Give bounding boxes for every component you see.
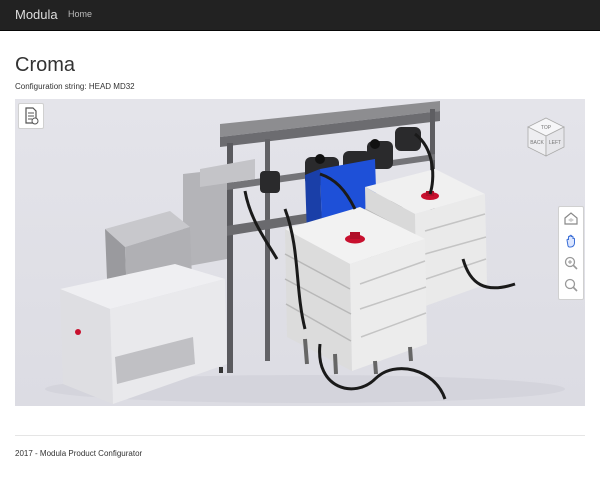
config-value: HEAD MD32: [88, 82, 135, 91]
home-view-icon[interactable]: [561, 209, 581, 229]
config-label: Configuration string:: [15, 82, 87, 91]
footer-divider: [15, 435, 585, 436]
view-cube[interactable]: TOP BACK LEFT: [524, 115, 568, 159]
nav-home-link[interactable]: Home: [68, 9, 92, 19]
cube-face-top: TOP: [541, 125, 552, 131]
configuration-string: Configuration string: HEAD MD32: [15, 82, 135, 91]
duct: [183, 159, 255, 267]
zoom-in-icon[interactable]: [561, 253, 581, 273]
cube-face-left: LEFT: [549, 140, 561, 146]
viewer-toolbar: [558, 206, 584, 300]
cube-face-back: BACK: [530, 140, 544, 146]
machine-render: [45, 101, 565, 404]
document-icon: [25, 107, 39, 125]
zoom-out-icon[interactable]: [561, 275, 581, 295]
page-title: Croma: [15, 54, 76, 76]
3d-viewer[interactable]: TOP BACK LEFT: [15, 99, 585, 406]
pan-hand-icon[interactable]: [561, 231, 581, 251]
navbar: Modula Home: [0, 0, 600, 31]
ibc-tank-front: [284, 207, 427, 375]
footer-text: 2017 - Modula Product Configurator: [15, 449, 143, 458]
brand-link[interactable]: Modula: [15, 7, 58, 22]
document-button[interactable]: [18, 103, 44, 129]
